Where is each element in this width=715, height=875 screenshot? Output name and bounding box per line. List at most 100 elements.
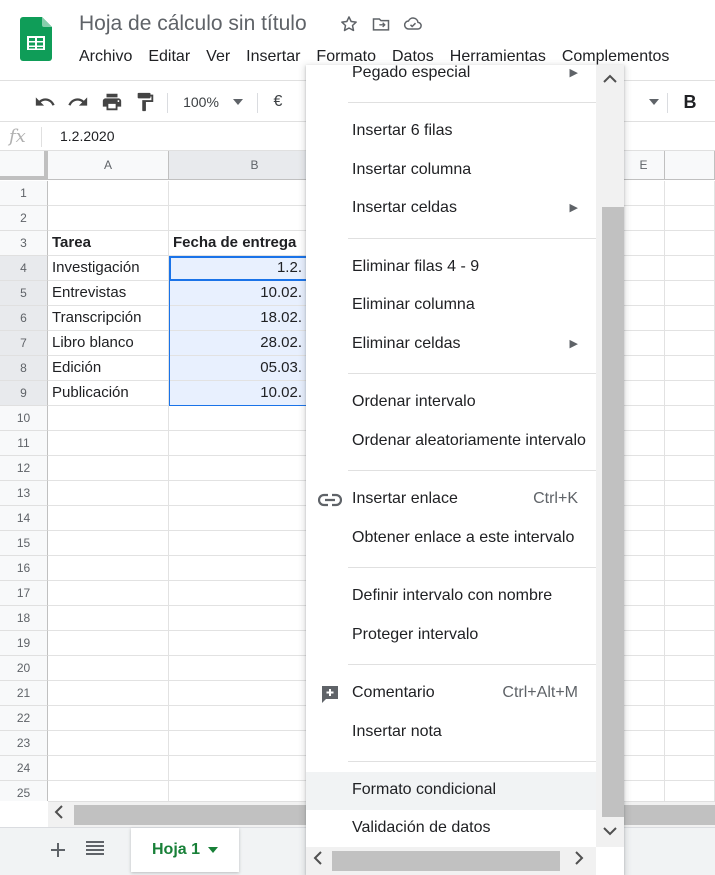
grid-cell[interactable] xyxy=(623,531,665,556)
grid-cell[interactable] xyxy=(665,781,715,801)
undo-icon[interactable] xyxy=(32,90,58,114)
scrollbar-thumb[interactable] xyxy=(602,207,624,817)
grid-cell[interactable] xyxy=(623,556,665,581)
grid-cell[interactable] xyxy=(48,556,169,581)
scroll-left-icon[interactable] xyxy=(54,805,64,822)
menu-item-insertar-filas[interactable]: Insertar 6 filas xyxy=(306,113,596,151)
paint-format-icon[interactable] xyxy=(132,90,158,114)
row-header[interactable]: 22 xyxy=(0,706,48,731)
row-header[interactable]: 25 xyxy=(0,781,48,801)
row-header[interactable]: 17 xyxy=(0,581,48,606)
grid-cell[interactable] xyxy=(623,281,665,306)
grid-cell[interactable] xyxy=(623,781,665,801)
sheets-logo-icon[interactable] xyxy=(20,17,52,61)
grid-cell[interactable] xyxy=(623,431,665,456)
menu-item-insertar-celdas[interactable]: Insertar celdas ▶ xyxy=(306,190,596,228)
grid-cell[interactable] xyxy=(665,581,715,606)
grid-cell[interactable] xyxy=(665,356,715,381)
row-header[interactable]: 9 xyxy=(0,381,48,406)
row-header[interactable]: 11 xyxy=(0,431,48,456)
grid-cell[interactable] xyxy=(665,606,715,631)
grid-cell[interactable] xyxy=(623,356,665,381)
column-header-e[interactable]: E xyxy=(623,151,665,180)
menu-item-ordenar-aleatoriamente[interactable]: Ordenar aleatoriamente intervalo xyxy=(306,423,596,461)
grid-cell[interactable] xyxy=(665,531,715,556)
menu-item-validacion-datos[interactable]: Validación de datos xyxy=(306,810,596,848)
menu-horizontal-scrollbar[interactable] xyxy=(306,847,596,875)
grid-cell[interactable] xyxy=(48,781,169,801)
row-header[interactable]: 14 xyxy=(0,506,48,531)
font-size-chevron-down-icon[interactable] xyxy=(646,90,662,114)
select-all-corner[interactable] xyxy=(0,151,48,180)
grid-cell[interactable] xyxy=(48,406,169,431)
cell-a6[interactable]: Transcripción xyxy=(48,306,169,331)
grid-cell[interactable] xyxy=(48,531,169,556)
menu-item-eliminar-columna[interactable]: Eliminar columna xyxy=(306,287,596,325)
menu-item-insertar-nota[interactable]: Insertar nota xyxy=(306,714,596,752)
grid-cell[interactable] xyxy=(665,181,715,206)
row-header[interactable]: 7 xyxy=(0,331,48,356)
grid-cell[interactable] xyxy=(48,581,169,606)
grid-cell[interactable] xyxy=(48,631,169,656)
grid-cell[interactable] xyxy=(48,431,169,456)
row-header[interactable]: 19 xyxy=(0,631,48,656)
menu-item-eliminar-filas[interactable]: Eliminar filas 4 - 9 xyxy=(306,249,596,287)
move-folder-icon[interactable] xyxy=(370,13,392,35)
grid-cell[interactable] xyxy=(48,456,169,481)
bold-button[interactable]: B xyxy=(678,90,702,114)
row-header[interactable]: 1 xyxy=(0,181,48,206)
grid-cell[interactable] xyxy=(623,681,665,706)
print-icon[interactable] xyxy=(99,90,125,114)
menu-item-definir-intervalo[interactable]: Definir intervalo con nombre xyxy=(306,578,596,616)
grid-cell[interactable] xyxy=(665,631,715,656)
grid-cell[interactable] xyxy=(623,706,665,731)
grid-cell[interactable] xyxy=(665,431,715,456)
redo-icon[interactable] xyxy=(65,90,91,114)
grid-cell[interactable] xyxy=(665,406,715,431)
menu-item-pegado-especial[interactable]: Pegado especial ▶ xyxy=(306,65,596,93)
grid-cell[interactable] xyxy=(665,656,715,681)
cloud-status-icon[interactable] xyxy=(402,13,424,35)
sheet-tab-hoja-1[interactable]: Hoja 1 xyxy=(131,828,239,872)
cell-a4[interactable]: Investigación xyxy=(48,256,169,281)
row-header[interactable]: 2 xyxy=(0,206,48,231)
grid-cell[interactable] xyxy=(48,756,169,781)
cell-a8[interactable]: Edición xyxy=(48,356,169,381)
menu-editar[interactable]: Editar xyxy=(140,46,198,68)
grid-cell[interactable] xyxy=(623,606,665,631)
grid-cell[interactable] xyxy=(665,681,715,706)
grid-cell[interactable] xyxy=(623,581,665,606)
row-header[interactable]: 23 xyxy=(0,731,48,756)
grid-cell[interactable] xyxy=(623,456,665,481)
menu-item-ordenar-intervalo[interactable]: Ordenar intervalo xyxy=(306,384,596,422)
all-sheets-menu-icon[interactable] xyxy=(86,839,104,862)
grid-cell[interactable] xyxy=(48,206,169,231)
menu-item-formato-condicional[interactable]: Formato condicional xyxy=(306,772,596,810)
row-header[interactable]: 4 xyxy=(0,256,48,281)
grid-cell[interactable] xyxy=(48,181,169,206)
row-header[interactable]: 16 xyxy=(0,556,48,581)
grid-cell[interactable] xyxy=(48,506,169,531)
scrollbar-thumb[interactable] xyxy=(332,851,560,871)
grid-cell[interactable] xyxy=(48,606,169,631)
zoom-select[interactable]: 100% xyxy=(180,90,246,114)
row-header[interactable]: 13 xyxy=(0,481,48,506)
grid-cell[interactable] xyxy=(623,406,665,431)
menu-item-comentario[interactable]: Comentario Ctrl+Alt+M xyxy=(306,675,596,713)
scroll-right-icon[interactable] xyxy=(574,851,584,870)
document-title[interactable]: Hoja de cálculo sin título xyxy=(79,12,307,36)
row-header[interactable]: 21 xyxy=(0,681,48,706)
grid-cell[interactable] xyxy=(665,306,715,331)
grid-cell[interactable] xyxy=(623,306,665,331)
chevron-down-icon[interactable] xyxy=(208,847,218,853)
grid-cell[interactable] xyxy=(623,481,665,506)
grid-cell[interactable] xyxy=(623,756,665,781)
menu-insertar[interactable]: Insertar xyxy=(238,46,308,68)
menu-item-insertar-columna[interactable]: Insertar columna xyxy=(306,152,596,190)
row-header[interactable]: 8 xyxy=(0,356,48,381)
grid-cell[interactable] xyxy=(48,731,169,756)
grid-cell[interactable] xyxy=(665,706,715,731)
row-header[interactable]: 24 xyxy=(0,756,48,781)
scroll-left-icon[interactable] xyxy=(313,851,323,870)
row-header[interactable]: 6 xyxy=(0,306,48,331)
